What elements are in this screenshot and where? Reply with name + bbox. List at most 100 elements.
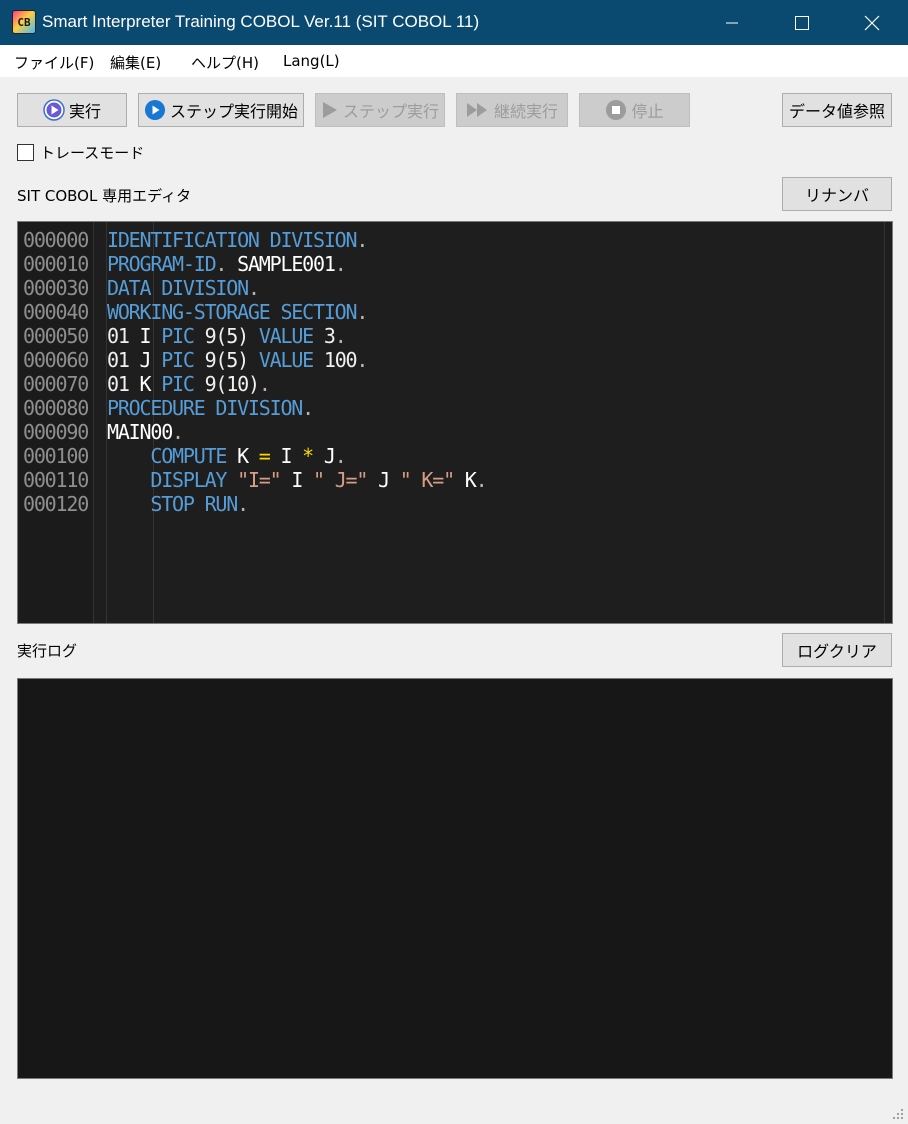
code-line[interactable]: MAIN00. [107, 420, 184, 444]
stop-icon [606, 100, 627, 120]
title-bar: CB Smart Interpreter Training COBOL Ver.… [0, 0, 908, 45]
line-number: 000070 [23, 372, 89, 396]
code-token: " J=" [313, 468, 379, 492]
line-number: 000010 [23, 252, 89, 276]
data-view-button[interactable]: データ値参照 [782, 93, 892, 127]
maximize-button[interactable] [767, 0, 837, 45]
close-button[interactable] [837, 0, 907, 45]
code-line[interactable]: STOP RUN. [107, 492, 249, 516]
code-token: COMPUTE [150, 444, 238, 468]
line-number: 000090 [23, 420, 89, 444]
code-token: VALUE [258, 324, 324, 348]
window-title: Smart Interpreter Training COBOL Ver.11 … [42, 12, 480, 31]
code-token: J [378, 468, 400, 492]
code-token: 01 [107, 348, 140, 372]
log-clear-button[interactable]: ログクリア [782, 633, 892, 667]
code-line[interactable]: PROCEDURE DIVISION. [107, 396, 314, 420]
code-line[interactable]: COMPUTE K = I * J. [107, 444, 346, 468]
log-label: 実行ログ [17, 642, 78, 660]
resize-grip-icon[interactable] [892, 1108, 904, 1120]
continue-button[interactable]: 継続実行 [456, 93, 568, 127]
renumber-label: リナンバ [804, 186, 869, 205]
code-token: . [215, 252, 238, 276]
code-token: . [247, 276, 260, 300]
code-token: . [356, 300, 368, 324]
code-line[interactable]: DISPLAY "I=" I " J=" J " K=" K. [107, 468, 488, 492]
code-token: SAMPLE001 [237, 252, 336, 276]
trace-mode-label: トレースモード [40, 144, 145, 162]
execution-log[interactable] [17, 678, 893, 1079]
code-token: STOP RUN [150, 492, 238, 516]
code-line[interactable]: 01 J PIC 9(5) VALUE 100. [107, 348, 368, 372]
code-token: J [139, 348, 162, 372]
code-token: DISPLAY [150, 468, 238, 492]
code-line[interactable]: 01 K PIC 9(10). [107, 372, 271, 396]
code-token: I [139, 324, 162, 348]
step-icon [322, 102, 337, 118]
code-line[interactable]: WORKING-STORAGE SECTION. [107, 300, 368, 324]
stop-button[interactable]: 停止 [579, 93, 690, 127]
editor-scroll-edge [884, 222, 885, 623]
continue-label: 継続実行 [493, 102, 558, 121]
data-view-label: データ値参照 [788, 102, 885, 121]
code-token: 01 [107, 324, 140, 348]
code-token: = [258, 444, 281, 468]
log-clear-label: ログクリア [797, 642, 877, 661]
code-token: 9(10) [204, 372, 260, 396]
code-line[interactable]: PROGRAM-ID. SAMPLE001. [107, 252, 347, 276]
line-number: 000060 [23, 348, 89, 372]
menu-file[interactable]: ファイル(F) [14, 52, 94, 73]
code-line[interactable]: DATA DIVISION. [107, 276, 260, 300]
trace-mode-row[interactable]: トレースモード [17, 142, 144, 163]
code-token: K [139, 372, 162, 396]
code-token: VALUE [258, 348, 324, 372]
code-token: . [334, 252, 347, 276]
code-token: . [475, 468, 488, 492]
line-number: 000040 [23, 300, 89, 324]
code-token: K [464, 468, 477, 492]
line-number: 000120 [23, 492, 89, 516]
code-token: 3 [323, 324, 336, 348]
code-token: "I=" [237, 468, 292, 492]
code-token: IDENTIFICATION DIVISION [107, 228, 358, 252]
code-token: MAIN00 [107, 420, 173, 444]
code-token: . [334, 324, 347, 348]
code-token: . [172, 420, 184, 444]
code-line[interactable]: 01 I PIC 9(5) VALUE 3. [107, 324, 347, 348]
minimize-icon [726, 22, 738, 23]
trace-mode-checkbox[interactable] [17, 144, 34, 161]
code-token: . [302, 396, 314, 420]
step-start-label: ステップ実行開始 [169, 102, 298, 121]
menu-help[interactable]: ヘルプ(H) [191, 52, 259, 73]
maximize-icon [795, 15, 809, 30]
code-token: PROGRAM-ID [107, 252, 217, 276]
step-button[interactable]: ステップ実行 [315, 93, 445, 127]
code-token: 01 [107, 372, 140, 396]
code-token: . [356, 348, 368, 372]
menu-lang[interactable]: Lang(L) [283, 52, 340, 70]
code-line[interactable]: IDENTIFICATION DIVISION. [107, 228, 368, 252]
code-token: PROCEDURE DIVISION [107, 396, 303, 420]
code-editor[interactable]: 000000 000010 000030 000040 000050 000060 0000… [17, 221, 893, 624]
play-icon [144, 100, 165, 120]
minimize-button[interactable] [697, 0, 767, 45]
line-number-gutter: 000000 000010 000030 000040 000050 000060 0000… [18, 222, 94, 623]
code-token: . [334, 444, 347, 468]
code-token: I [291, 468, 314, 492]
menu-edit[interactable]: 編集(E) [110, 52, 161, 73]
app-icon[interactable]: CB [12, 10, 36, 34]
renumber-button[interactable]: リナンバ [782, 177, 892, 211]
code-token: " K=" [399, 468, 465, 492]
run-button[interactable]: 実行 [17, 93, 127, 127]
code-token: PIC [161, 372, 205, 396]
line-number: 000050 [23, 324, 89, 348]
code-token: 9(5) [204, 348, 259, 372]
code-token: WORKING-STORAGE SECTION [107, 300, 358, 324]
code-token: . [356, 228, 368, 252]
step-label: ステップ実行 [342, 102, 439, 121]
step-start-button[interactable]: ステップ実行開始 [138, 93, 304, 127]
code-token: * [302, 444, 324, 468]
